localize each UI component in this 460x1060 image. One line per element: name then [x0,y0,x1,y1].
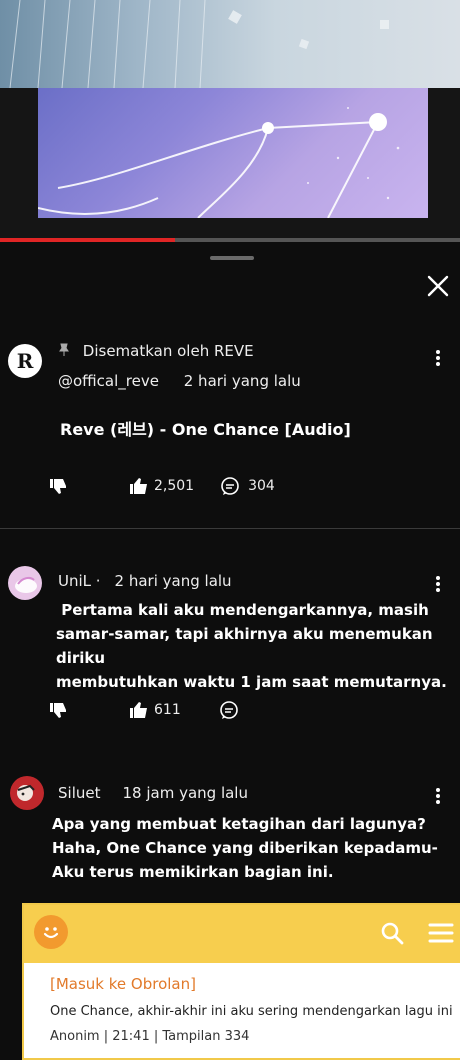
panel-rain-art [9,0,389,88]
comment-actions: 2,501 304 [48,474,275,498]
webtoon-panel-image [0,0,460,88]
reply-button[interactable] [219,700,239,720]
more-options-button[interactable] [432,574,444,596]
like-button[interactable]: 2,501 [128,476,194,496]
comment-text: Pertama kali aku mendengarkannya, masih … [56,598,460,694]
close-button[interactable] [420,268,456,304]
avatar-letter: R [16,349,34,373]
comment-bubble-icon [221,477,239,495]
menu-icon[interactable] [428,922,454,944]
comment-line: Apa yang membuat ketagihan dari lagunya? [52,815,426,833]
thumbs-up-icon [130,702,147,718]
video-player[interactable] [0,88,460,240]
comment-text: Apa yang membuat ketagihan dari lagunya?… [52,812,438,884]
pin-icon [59,343,69,356]
comment-time: 18 jam yang lalu [122,784,248,802]
like-button[interactable]: 611 [128,700,181,720]
chat-header [24,905,460,963]
video-progress-bar[interactable] [0,238,460,242]
search-icon[interactable] [380,921,404,945]
comment-meta: Siluet 18 jam yang lalu [58,784,248,802]
comment-line: Pertama kali aku mendengarkannya, masih [56,601,429,619]
avatar[interactable] [8,566,42,600]
chat-meta: Anonim | 21:41 | Tampilan 334 [50,1029,250,1044]
comment-text: Reve (레브) - One Chance [Audio] [60,420,351,439]
chat-link-title[interactable]: [Masuk ke Obrolan] [50,975,196,993]
comment-actions: 611 [48,698,239,722]
comment-time: 2 hari yang lalu [183,372,301,390]
comment-line: samar-samar, tapi akhirnya aku menemukan… [56,625,433,667]
video-thumbnail [38,88,428,218]
pinned-label: Disematkan oleh REVE [82,342,254,360]
thumbs-up-icon [130,478,147,494]
comment-time: 2 hari yang lalu [114,572,232,590]
avatar-image [15,576,37,593]
thumbs-down-icon [50,703,66,718]
more-options-button[interactable] [432,786,444,808]
video-progress-fill [0,238,175,242]
divider [0,528,460,529]
smiley-icon[interactable] [34,915,68,949]
reply-count: 304 [248,478,275,494]
comment: UniL · 2 hari yang lalu Pertama kali aku … [0,562,460,732]
dislike-button[interactable] [48,476,68,496]
comment: Siluet 18 jam yang lalu Apa yang membuat … [0,772,460,892]
comment-pinned: R Disematkan oleh REVE @offical_reve 2 h… [0,338,460,528]
close-icon [427,275,449,297]
avatar[interactable] [10,776,44,810]
like-count: 611 [154,702,181,718]
comment-line: Aku terus memikirkan bagian ini. [52,863,334,881]
thumbs-down-icon [50,479,66,494]
constellation-art [38,107,400,218]
comment-bubble-icon [219,701,238,719]
comment-author[interactable]: @offical_reve [58,372,159,390]
comment-author[interactable]: UniL · [58,572,101,590]
chat-message: One Chance, akhir-akhir ini aku sering m… [50,1004,453,1019]
avatar-image [17,784,35,801]
chat-card[interactable]: [Masuk ke Obrolan] One Chance, akhir-akh… [22,903,460,1060]
avatar[interactable]: R [8,344,42,378]
comment-line: membutuhkan waktu 1 jam saat memutarnya. [56,673,447,691]
pinned-label-row: Disematkan oleh REVE [58,342,254,360]
reply-button[interactable]: 304 [220,476,275,496]
more-options-button[interactable] [432,348,444,370]
dislike-button[interactable] [48,700,68,720]
sheet-drag-handle[interactable] [210,256,254,260]
comment-line: Haha, One Chance yang diberikan kepadamu… [52,839,438,857]
like-count: 2,501 [154,478,195,494]
comment-author[interactable]: Siluet [58,784,100,802]
comment-meta: UniL · 2 hari yang lalu [58,572,232,590]
comment-meta: @offical_reve 2 hari yang lalu [58,372,301,390]
